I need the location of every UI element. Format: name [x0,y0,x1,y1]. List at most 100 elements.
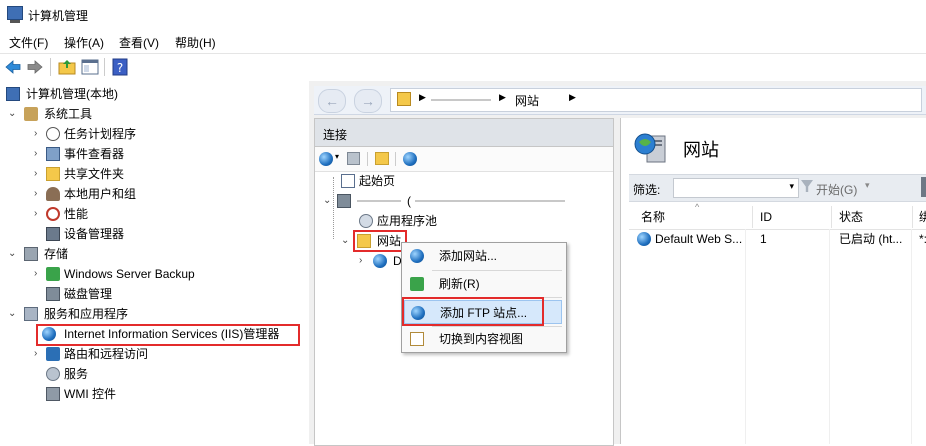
clock-icon [46,127,60,141]
connections-title: 连接 [323,128,348,142]
tree-label-disk-management: 磁盘管理 [64,287,113,301]
address-location: 网站 [515,94,540,108]
device-manager-icon [46,227,60,241]
connections-toolbar: ▾ [315,147,613,172]
address-field[interactable]: ▶ ▶ 网站 ▶ [390,88,922,112]
site-status-cell: 已启动 (ht... [839,232,903,246]
chevron-right-icon[interactable]: › [34,144,44,164]
redacted-server-detail [415,200,565,202]
filter-input[interactable]: ▾ [673,178,799,198]
menu-bar: 文件(F) 操作(A) 查看(V) 帮助(H) [0,30,926,52]
up-level-icon[interactable] [375,152,389,165]
menu-item-switch-content-view[interactable]: 切换到内容视图 [404,327,562,351]
tree-label-services: 服务 [64,367,89,381]
performance-icon [46,207,60,221]
menu-separator [432,270,562,271]
toolbar-edge [921,177,926,197]
menu-help[interactable]: 帮助(H) [175,34,216,51]
tree-label-event-viewer: 事件查看器 [64,147,125,161]
chevron-down-icon[interactable]: ⌄ [8,244,18,264]
backup-icon [46,267,60,281]
chevron-right-icon[interactable]: › [34,344,44,364]
chevron-right-icon[interactable]: › [34,124,44,144]
connect-globe-icon[interactable] [319,152,333,166]
menu-file[interactable]: 文件(F) [9,34,48,51]
sort-caret-icon: ^ [695,202,700,212]
disk-icon [46,287,60,301]
tree-label-wmi: WMI 控件 [64,387,116,401]
start-page-icon [341,174,355,188]
chevron-right-icon[interactable]: › [34,184,44,204]
users-icon [46,187,60,201]
wmi-icon [46,387,60,401]
site-binding-cell: *: [919,232,926,246]
funnel-icon[interactable] [801,180,813,192]
column-header-id[interactable]: ID [760,206,772,228]
column-header-binding[interactable]: 绑 [919,206,926,228]
add-website-icon [410,249,424,263]
menu-view[interactable]: 查看(V) [119,34,159,51]
disconnect-icon[interactable] [403,152,417,166]
toolbar: ? [0,53,926,82]
chevron-down-icon[interactable]: ▾ [789,181,794,192]
computer-management-icon [7,6,23,20]
column-header-status[interactable]: 状态 [839,206,863,228]
svg-text:?: ? [117,61,123,75]
sites-pane: 网站 筛选: ▾ 开始(G) ▾ 名称 ^ ID 状态 绑 Default We… [620,118,926,444]
start-filter-button[interactable]: 开始(G) [816,181,857,198]
address-separator: ▶ [569,92,576,102]
back-button[interactable]: ← [318,89,346,113]
up-folder-icon[interactable] [58,58,76,76]
sites-title: 网站 [683,140,719,160]
save-icon[interactable] [347,152,360,165]
tree-label-routing: 路由和远程访问 [64,347,149,361]
back-arrow-icon[interactable] [4,58,22,76]
show-hide-console-tree-icon[interactable] [81,58,99,76]
chevron-right-icon[interactable]: › [34,164,44,184]
conn-app-pools-label: 应用程序池 [377,214,438,228]
chevron-down-icon[interactable]: ⌄ [341,231,351,251]
chevron-right-icon[interactable]: › [359,251,369,271]
tree-label-performance: 性能 [64,207,89,221]
tree-label-windows-server-backup: Windows Server Backup [64,267,195,281]
address-separator: ▶ [419,92,426,102]
refresh-icon [410,277,424,291]
routing-icon [46,347,60,361]
redacted-server-name [431,99,491,101]
table-row[interactable]: Default Web S... 1 已启动 (ht... *: [635,229,926,249]
sites-header-icon [634,133,666,163]
title-bar: 计算机管理 [0,0,926,30]
chevron-down-icon[interactable]: ⌄ [8,104,18,124]
menu-action[interactable]: 操作(A) [64,34,104,51]
column-divider [831,206,832,228]
app-pool-icon [359,214,373,228]
column-divider [752,206,753,228]
forward-button[interactable]: → [354,89,382,113]
dropdown-arrow-icon[interactable]: ▾ [335,152,339,161]
tree-label-shared-folders: 共享文件夹 [64,167,125,181]
menu-item-switch-content-view-label: 切换到内容视图 [439,332,524,346]
chevron-down-icon[interactable]: ⌄ [8,304,18,324]
menu-item-refresh[interactable]: 刷新(R) [404,272,562,296]
toolbar-separator [50,58,51,76]
tree-label-device-manager: 设备管理器 [64,227,125,241]
filter-label: 筛选: [633,183,661,197]
server-icon [337,194,351,208]
tree-label-storage: 存储 [44,247,69,261]
chevron-down-icon[interactable]: ▾ [865,180,870,191]
menu-item-refresh-label: 刷新(R) [439,277,480,291]
toolbar-separator [367,152,368,166]
chevron-down-icon[interactable]: ⌄ [323,191,333,211]
list-header [629,205,926,230]
toolbar-separator [395,152,396,166]
column-header-name[interactable]: 名称 [641,206,665,228]
tree-label-task-scheduler: 任务计划程序 [64,127,137,141]
chevron-right-icon[interactable]: › [34,264,44,284]
computer-icon [6,87,20,101]
forward-arrow-icon[interactable] [26,58,44,76]
chevron-right-icon[interactable]: › [34,204,44,224]
help-icon[interactable]: ? [111,58,129,76]
filter-bar: 筛选: ▾ 开始(G) ▾ [629,174,926,202]
menu-item-add-website[interactable]: 添加网站... [404,244,562,268]
tree-label-system-tools: 系统工具 [44,107,93,121]
